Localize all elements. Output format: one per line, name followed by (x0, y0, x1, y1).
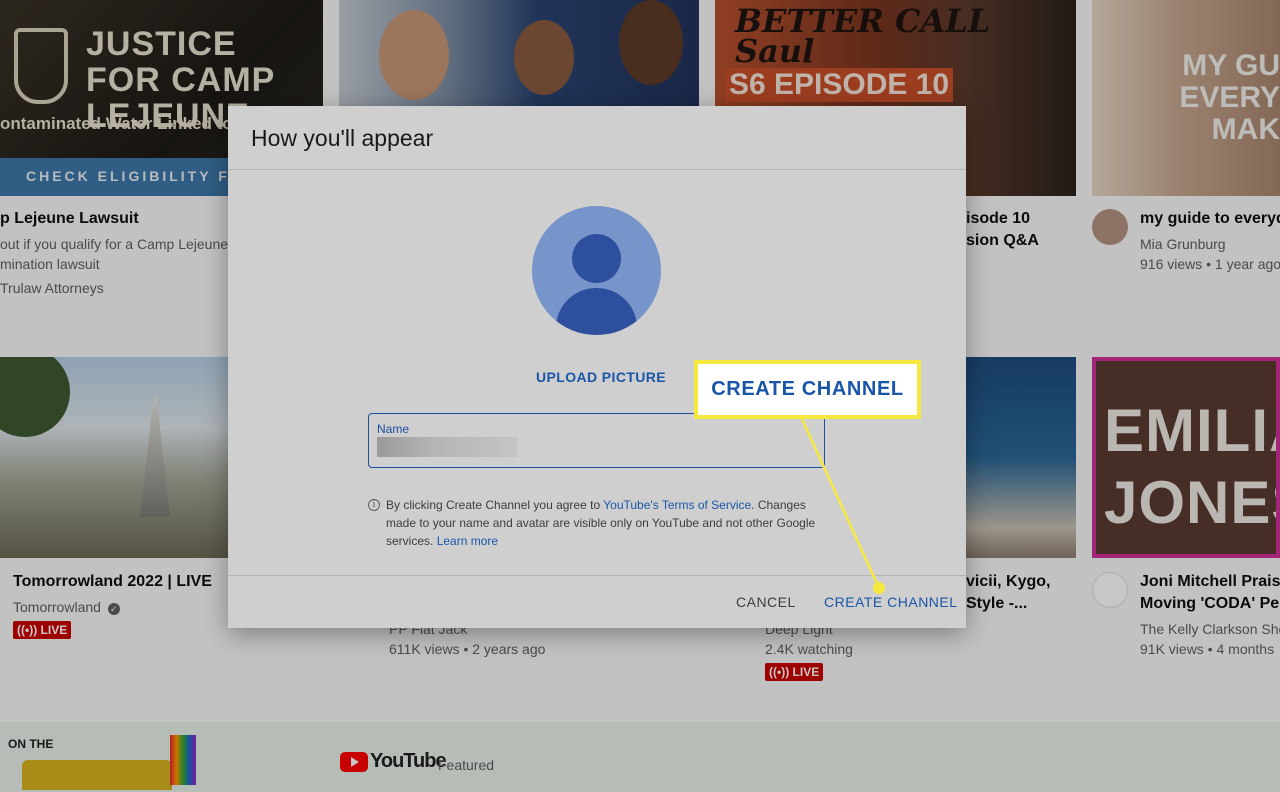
name-field-label: Name (377, 422, 410, 436)
avatar-body-shape (556, 288, 637, 335)
terms-of-service-link[interactable]: YouTube's Terms of Service (603, 498, 751, 512)
dialog-divider (228, 169, 966, 170)
info-icon: i (368, 499, 380, 511)
avatar-head-shape (572, 234, 621, 283)
learn-more-link[interactable]: Learn more (437, 534, 498, 548)
terms-prefix: By clicking Create Channel you agree to (386, 498, 604, 512)
terms-text: By clicking Create Channel you agree to … (386, 496, 826, 550)
upload-picture-button[interactable]: UPLOAD PICTURE (536, 369, 666, 385)
dialog-divider (228, 575, 966, 576)
create-channel-button[interactable]: CREATE CHANNEL (824, 594, 958, 610)
create-channel-callout: CREATE CHANNEL (694, 360, 921, 419)
dialog-title: How you'll appear (251, 125, 434, 151)
name-input[interactable] (377, 437, 517, 457)
default-avatar-icon (532, 206, 661, 335)
name-field[interactable]: Name (368, 413, 825, 468)
cancel-button[interactable]: CANCEL (736, 594, 796, 610)
callout-label: CREATE CHANNEL (711, 378, 904, 400)
